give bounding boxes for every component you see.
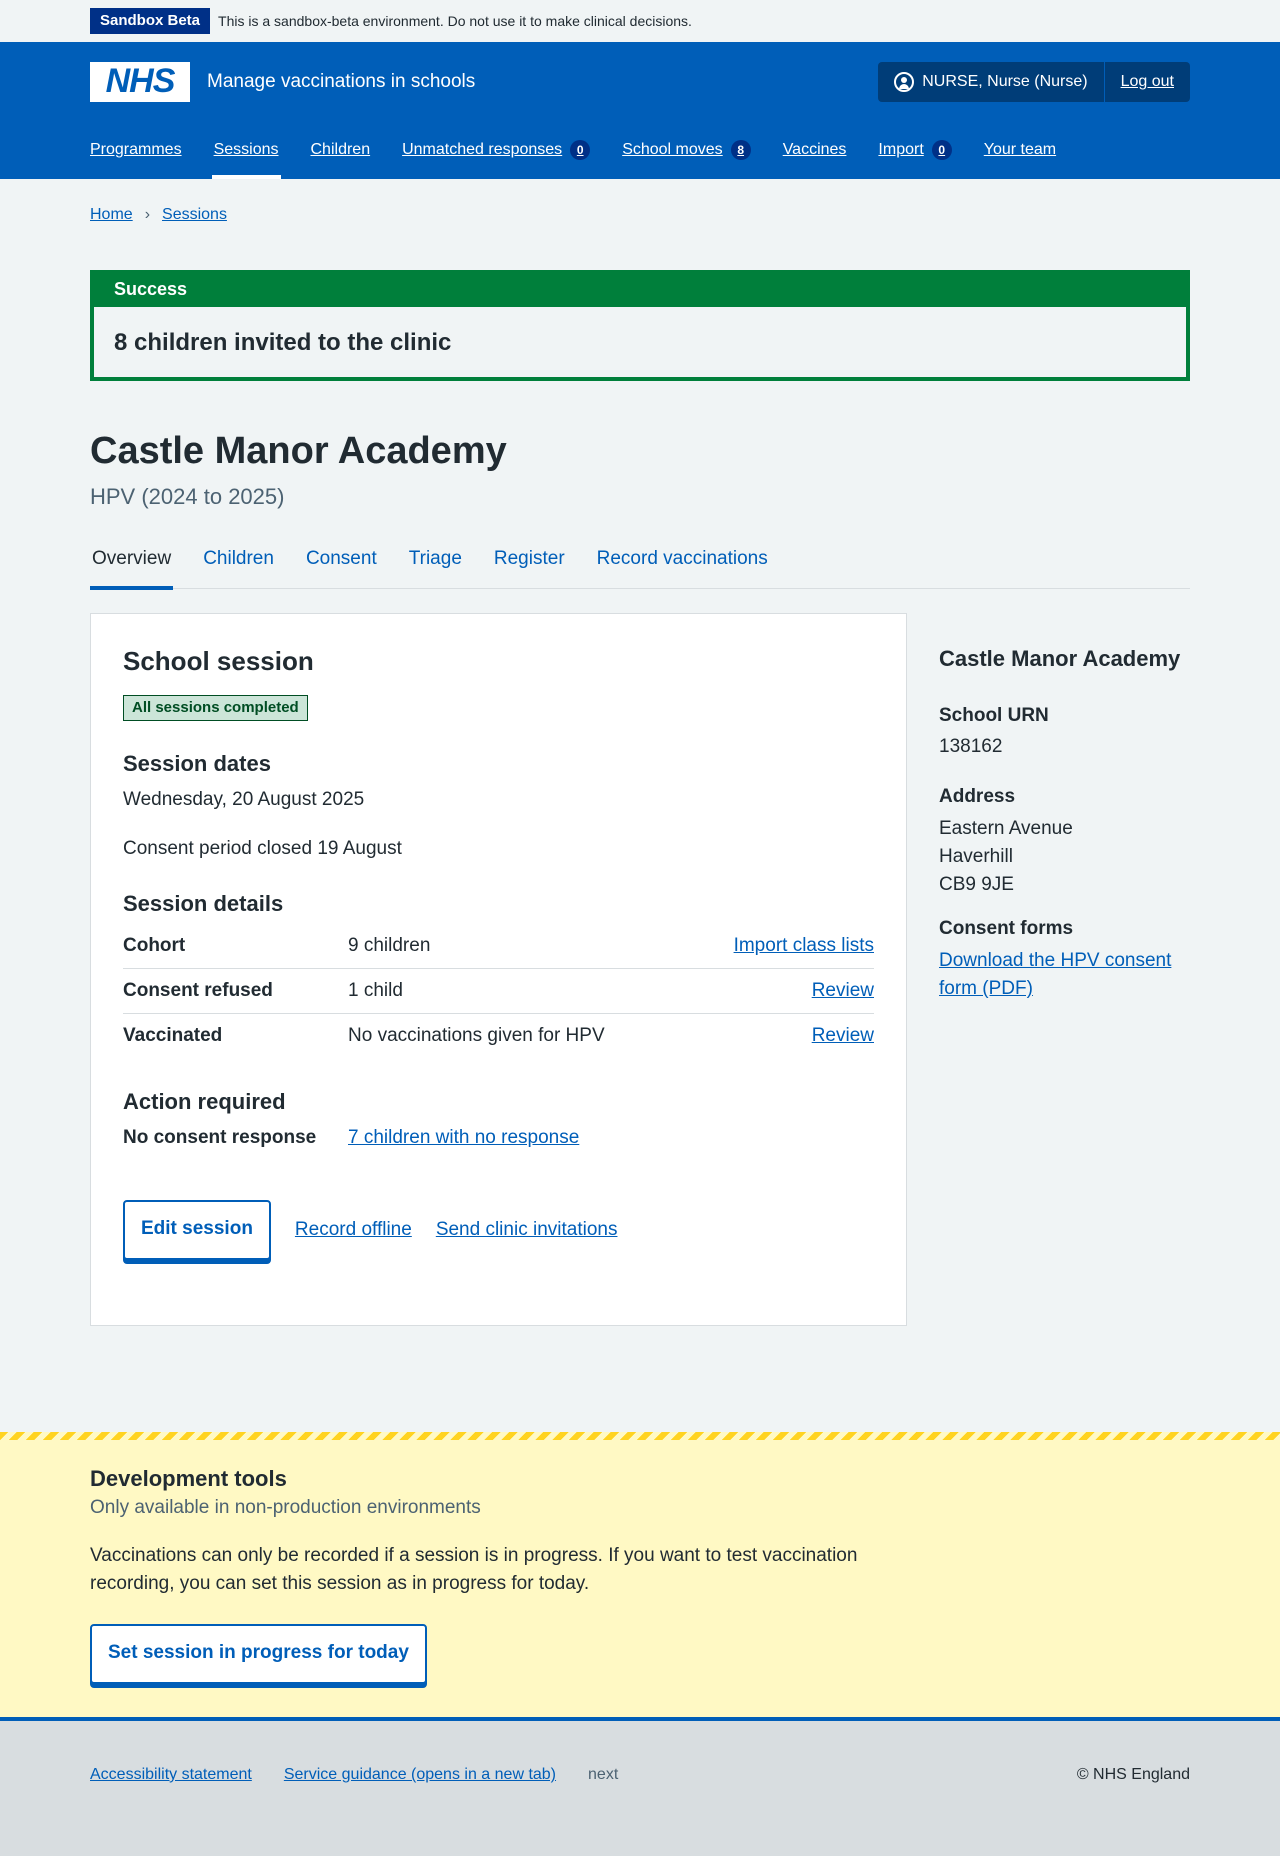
card-title: School session <box>123 645 314 676</box>
address-label: Address <box>939 786 1016 808</box>
nhs-logo-text: NHS <box>105 61 176 100</box>
action-row-no-consent: No consent response 7 children with no r… <box>123 1115 874 1160</box>
address-line: Haverhill <box>939 846 1013 868</box>
logout-link[interactable]: Log out <box>1105 70 1190 94</box>
breadcrumb-home[interactable]: Home <box>90 206 133 223</box>
nav-label: Unmatched responses <box>402 141 563 159</box>
session-card: School session All sessions completed Se… <box>90 612 907 1326</box>
download-consent-form-link[interactable]: Download the HPV consent form (PDF) <box>939 947 1190 1003</box>
detail-row-consent-refused: Consent refused 1 child Review <box>123 969 874 1014</box>
status-badge: All sessions completed <box>123 695 308 722</box>
set-session-in-progress-button[interactable]: Set session in progress for today <box>90 1624 427 1685</box>
count-badge: 8 <box>730 140 751 160</box>
page-caption: HPV (2024 to 2025) <box>90 483 285 509</box>
detail-key: Vaccinated <box>123 1025 223 1047</box>
nav-label: Import <box>878 141 924 159</box>
footer: Accessibility statement Service guidance… <box>0 1717 1280 1856</box>
session-details-list: Cohort 9 children Import class lists Con… <box>123 924 874 1059</box>
sandbox-tag: Sandbox Beta <box>90 8 211 34</box>
school-sidebar: Castle Manor Academy School URN 138162 A… <box>939 613 1190 1326</box>
main-content: Home › Sessions Success 8 children invited… <box>90 179 1190 1326</box>
dev-tools-text: Vaccinations can only be recorded if a s… <box>90 1545 858 1595</box>
success-heading: Success <box>94 274 1186 307</box>
count-badge: 0 <box>931 140 952 160</box>
user-icon <box>894 71 915 92</box>
tab-record-vaccinations[interactable]: Record vaccinations <box>595 539 770 589</box>
success-message: 8 children invited to the clinic <box>114 329 452 356</box>
page-title: Castle Manor Academy <box>90 430 507 472</box>
no-response-link[interactable]: 7 children with no response <box>348 1124 874 1152</box>
header: NHS Manage vaccinations in schools NURSE… <box>0 42 1280 179</box>
nav-children[interactable]: Children <box>309 121 373 179</box>
breadcrumb: Home › Sessions <box>90 179 1190 270</box>
detail-value: No vaccinations given for HPV <box>348 1025 605 1047</box>
account-menu: NURSE, Nurse (Nurse) Log out <box>878 61 1190 102</box>
count-badge: 0 <box>570 140 591 160</box>
primary-nav: Programmes Sessions Children Unmatched r… <box>88 121 1190 179</box>
detail-value: 9 children <box>348 934 431 956</box>
urn-label: School URN <box>939 704 1049 726</box>
address: Eastern Avenue Haverhill CB9 9JE <box>939 815 1190 899</box>
success-banner: Success 8 children invited to the clinic <box>90 270 1190 381</box>
urn-value: 138162 <box>939 736 1003 758</box>
nav-unmatched-responses[interactable]: Unmatched responses 0 <box>400 121 592 179</box>
tab-consent[interactable]: Consent <box>304 539 379 589</box>
sandbox-text: This is a sandbox-beta environment. Do n… <box>218 12 692 29</box>
nav-label: Vaccines <box>782 141 847 159</box>
import-class-lists-link[interactable]: Import class lists <box>734 932 874 960</box>
address-line: Eastern Avenue <box>939 818 1073 840</box>
dev-tools-subtitle: Only available in non-production environ… <box>90 1497 481 1519</box>
nav-programmes[interactable]: Programmes <box>88 121 184 179</box>
detail-key: Consent refused <box>123 979 273 1001</box>
review-vaccinated-link[interactable]: Review <box>812 1022 874 1050</box>
development-tools: Development tools Only available in non-… <box>0 1432 1280 1717</box>
detail-key: Cohort <box>123 934 186 956</box>
account-user: NURSE, Nurse (Nurse) <box>878 61 1105 102</box>
nav-vaccines[interactable]: Vaccines <box>781 121 849 179</box>
record-offline-link[interactable]: Record offline <box>295 1216 412 1244</box>
nav-label: Sessions <box>213 141 279 159</box>
sandbox-banner: Sandbox Beta This is a sandbox-beta envi… <box>0 0 1280 42</box>
nhs-logo[interactable]: NHS <box>90 61 190 102</box>
secondary-tabs: Overview Children Consent Triage Registe… <box>90 539 1190 590</box>
nav-sessions[interactable]: Sessions <box>211 121 281 179</box>
nav-school-moves[interactable]: School moves 8 <box>620 121 753 179</box>
tab-overview[interactable]: Overview <box>90 539 174 590</box>
detail-row-vaccinated: Vaccinated No vaccinations given for HPV… <box>123 1014 874 1059</box>
sidebar-title: Castle Manor Academy <box>939 645 1181 671</box>
accessibility-statement-link[interactable]: Accessibility statement <box>90 1763 252 1787</box>
footer-next: next <box>588 1766 619 1783</box>
session-date: Wednesday, 20 August 2025 <box>123 788 365 810</box>
edit-session-button[interactable]: Edit session <box>123 1200 271 1261</box>
tab-children[interactable]: Children <box>201 539 276 589</box>
tab-triage[interactable]: Triage <box>407 539 464 589</box>
chevron-right-icon: › <box>144 206 151 223</box>
send-clinic-invitations-link[interactable]: Send clinic invitations <box>436 1216 618 1244</box>
address-line: CB9 9JE <box>939 874 1014 896</box>
service-guidance-link[interactable]: Service guidance (opens in a new tab) <box>284 1763 556 1787</box>
tab-register[interactable]: Register <box>492 539 567 589</box>
nav-label: Children <box>310 141 371 159</box>
breadcrumb-sessions[interactable]: Sessions <box>162 206 227 223</box>
detail-value: 1 child <box>348 979 403 1001</box>
review-consent-refused-link[interactable]: Review <box>812 977 874 1005</box>
service-name[interactable]: Manage vaccinations in schools <box>207 68 475 96</box>
consent-forms-label: Consent forms <box>939 918 1074 940</box>
copyright: © NHS England <box>1076 1766 1190 1783</box>
nav-your-team[interactable]: Your team <box>982 121 1058 179</box>
detail-row-cohort: Cohort 9 children Import class lists <box>123 924 874 969</box>
action-key: No consent response <box>123 1126 317 1148</box>
session-details-heading: Session details <box>123 891 284 917</box>
account-user-name: NURSE, Nurse (Nurse) <box>922 72 1088 90</box>
action-required-heading: Action required <box>123 1088 286 1114</box>
consent-period: Consent period closed 19 August <box>123 838 402 860</box>
card-actions: Edit session Record offline Send clinic … <box>123 1200 874 1261</box>
nav-label: School moves <box>622 141 723 159</box>
nav-label: Programmes <box>90 141 182 159</box>
session-dates-heading: Session dates <box>123 751 271 777</box>
dev-tools-title: Development tools <box>90 1466 287 1491</box>
nav-import[interactable]: Import 0 <box>876 121 953 179</box>
nav-label: Your team <box>983 141 1057 159</box>
